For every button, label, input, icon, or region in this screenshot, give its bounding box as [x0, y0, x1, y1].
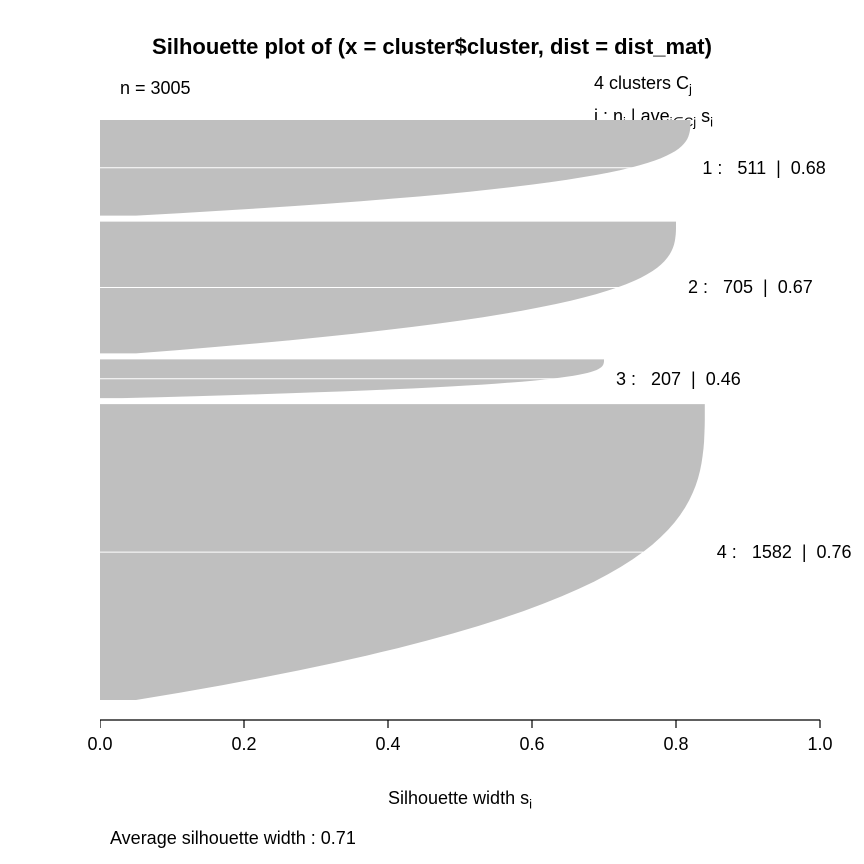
average-silhouette-footer: Average silhouette width : 0.71 [110, 828, 356, 849]
cluster-4-label: 4 : 1582 | 0.76 [717, 542, 852, 563]
cluster-2-label: 2 : 705 | 0.67 [688, 277, 813, 298]
cluster-1-label: 1 : 511 | 0.68 [702, 158, 825, 179]
x-tick-label: 0.2 [231, 734, 256, 755]
cluster-3-label: 3 : 207 | 0.46 [616, 369, 741, 390]
x-tick-label: 0.8 [663, 734, 688, 755]
x-axis-label-text: Silhouette width s [388, 788, 529, 808]
n-label: n = 3005 [120, 78, 191, 99]
silhouette-svg [100, 120, 840, 760]
clusters-header-text: 4 clusters C [594, 73, 689, 93]
plot-title: Silhouette plot of (x = cluster$cluster,… [0, 34, 864, 60]
silhouette-plot-page: Silhouette plot of (x = cluster$cluster,… [0, 0, 864, 864]
x-tick-label: 0.0 [87, 734, 112, 755]
x-axis-label-sub: i [529, 797, 532, 812]
x-tick-label: 0.4 [375, 734, 400, 755]
x-tick-label: 0.6 [519, 734, 544, 755]
x-tick-label: 1.0 [807, 734, 832, 755]
subscript-j: j [689, 82, 692, 97]
x-axis-label: Silhouette width si [100, 788, 820, 812]
clusters-header-line1: 4 clusters Cj [594, 70, 824, 103]
